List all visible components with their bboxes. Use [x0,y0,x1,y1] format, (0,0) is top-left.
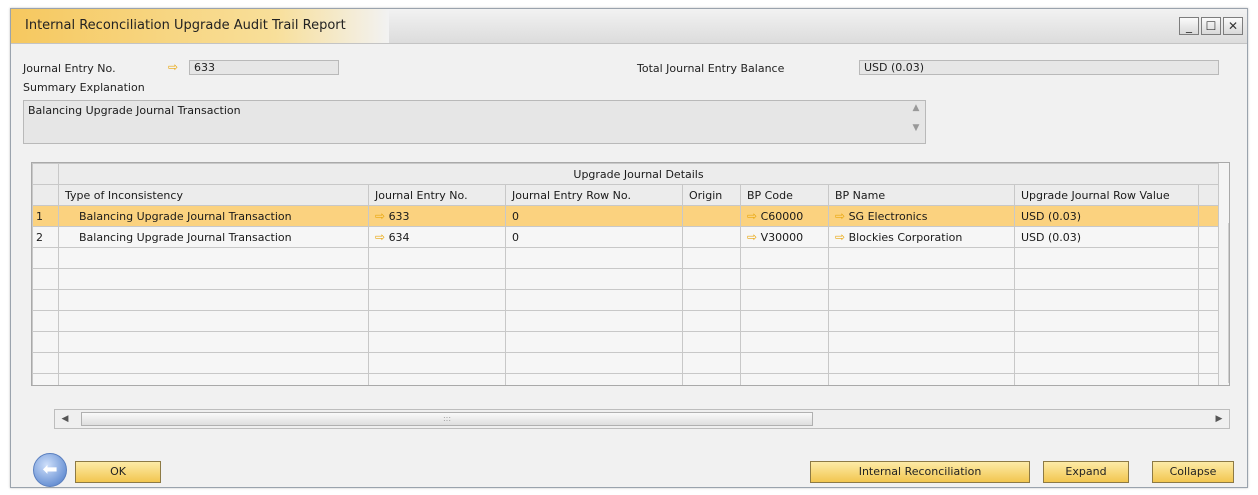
group-title: Upgrade Journal Details [58,163,1219,185]
link-arrow-icon[interactable]: ⇨ [375,209,385,223]
empty-row [32,352,1219,374]
grid-horizontal-scrollbar[interactable]: ◀ ::: ▶ [54,409,1230,429]
bp-code-cell: ⇨ C60000 [740,205,829,227]
scroll-header [1198,184,1219,206]
je-cell: ⇨ 634 [368,226,506,248]
bp-name-value: Blockies Corporation [848,231,963,244]
col-type[interactable]: Type of Inconsistency [58,184,369,206]
bp-code-value: C60000 [760,210,804,223]
link-arrow-icon[interactable]: ⇨ [835,230,845,244]
summary-text: Balancing Upgrade Journal Transaction [28,104,241,117]
journal-details-grid: Upgrade Journal Details Type of Inconsis… [31,162,1230,386]
je-row-cell: 0 [505,226,683,248]
empty-row [32,247,1219,269]
link-arrow-icon[interactable]: ⇨ [375,230,385,244]
scroll-thumb[interactable]: ::: [81,412,813,426]
window-title: Internal Reconciliation Upgrade Audit Tr… [25,18,346,33]
empty-row [32,310,1219,332]
col-bp-code[interactable]: BP Code [740,184,829,206]
empty-row [32,373,1219,385]
row-number: 2 [32,226,59,248]
type-cell: Balancing Upgrade Journal Transaction [58,205,369,227]
origin-cell [682,205,741,227]
je-value: 634 [388,231,410,244]
back-icon[interactable]: ⬅ [33,453,67,487]
window-controls: _ ☐ ✕ [1179,17,1243,35]
summary-scrollbar[interactable]: ▲ ▼ [909,103,923,141]
minimize-button[interactable]: _ [1179,17,1199,35]
row-number: 1 [32,205,59,227]
scroll-left-icon[interactable]: ◀ [57,412,73,426]
type-cell: Balancing Upgrade Journal Transaction [58,226,369,248]
bp-name-cell: ⇨ Blockies Corporation [828,226,1015,248]
je-value: 633 [388,210,410,223]
col-origin[interactable]: Origin [682,184,741,206]
col-bp-name[interactable]: BP Name [828,184,1015,206]
summary-label: Summary Explanation [23,81,145,94]
je-field[interactable]: 633 [189,60,339,75]
title-bar: Internal Reconciliation Upgrade Audit Tr… [11,9,1247,44]
origin-cell [682,226,741,248]
collapse-button[interactable]: Collapse [1152,461,1234,483]
ok-button[interactable]: OK [75,461,161,483]
report-window: Internal Reconciliation Upgrade Audit Tr… [10,8,1248,488]
row-spacer [1198,205,1219,227]
je-label: Journal Entry No. [23,62,116,75]
table-row[interactable]: 2 Balancing Upgrade Journal Transaction … [32,226,1219,248]
row-spacer [1198,226,1219,248]
table-row[interactable]: 1 Balancing Upgrade Journal Transaction … [32,205,1219,227]
total-balance-label: Total Journal Entry Balance [637,62,785,75]
corner-cell [32,163,59,185]
value-cell: USD (0.03) [1014,205,1199,227]
je-row-cell: 0 [505,205,683,227]
details-table: Upgrade Journal Details Type of Inconsis… [32,163,1219,385]
link-arrow-icon[interactable]: ⇨ [747,230,757,244]
col-value[interactable]: Upgrade Journal Row Value [1014,184,1199,206]
link-arrow-icon[interactable]: ⇨ [747,209,757,223]
empty-row [32,268,1219,290]
total-balance-field[interactable]: USD (0.03) [859,60,1219,75]
summary-field[interactable]: Balancing Upgrade Journal Transaction ▲ ▼ [23,100,926,144]
close-button[interactable]: ✕ [1223,17,1243,35]
link-arrow-icon[interactable]: ⇨ [835,209,845,223]
empty-row [32,289,1219,311]
bp-code-cell: ⇨ V30000 [740,226,829,248]
maximize-button[interactable]: ☐ [1201,17,1221,35]
link-arrow-icon[interactable]: ⇨ [168,60,178,74]
bp-name-value: SG Electronics [848,210,928,223]
value-cell: USD (0.03) [1014,226,1199,248]
grid-vertical-scrollbar[interactable] [1228,223,1229,383]
col-je-no[interactable]: Journal Entry No. [368,184,506,206]
internal-reconciliation-button[interactable]: Internal Reconciliation [810,461,1030,483]
expand-button[interactable]: Expand [1043,461,1129,483]
je-cell: ⇨ 633 [368,205,506,227]
empty-row [32,331,1219,353]
scroll-right-icon[interactable]: ▶ [1211,412,1227,426]
bp-name-cell: ⇨ SG Electronics [828,205,1015,227]
bp-code-value: V30000 [760,231,804,244]
col-je-row[interactable]: Journal Entry Row No. [505,184,683,206]
row-number-header [32,184,59,206]
